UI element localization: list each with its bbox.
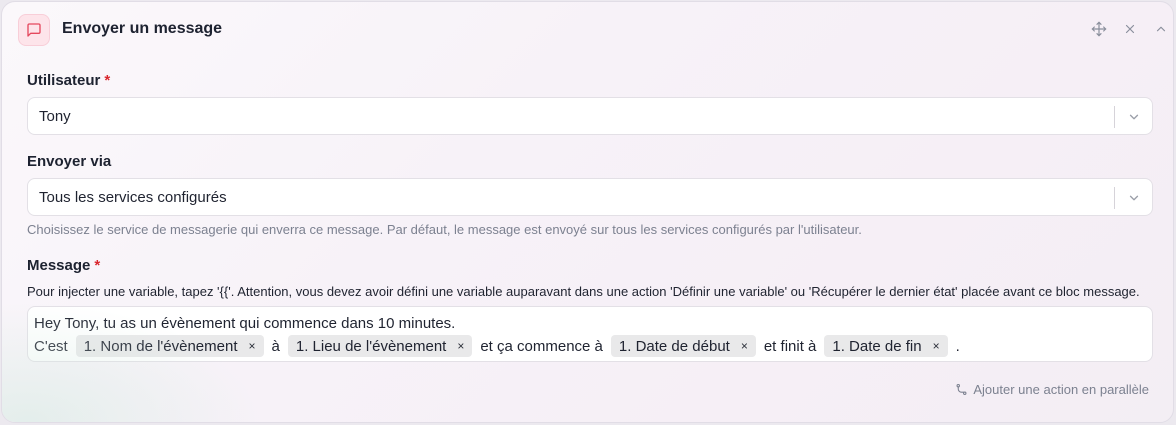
send-via-help-text: Choisissez le service de messagerie qui … — [27, 222, 862, 237]
message-line-1: Hey Tony, tu as un évènement qui commenc… — [34, 315, 456, 332]
send-via-select[interactable]: Tous les services configurés — [27, 178, 1153, 216]
variable-chip[interactable]: 1. Date de début × — [610, 335, 756, 357]
variable-chip-label: 1. Lieu de l'évènement — [295, 337, 447, 355]
block-title: Envoyer un message — [62, 20, 223, 37]
message-text: à — [271, 337, 280, 355]
block-header: Envoyer un message — [2, 2, 1173, 58]
move-icon[interactable] — [1090, 20, 1108, 38]
variable-chip-label: 1. Nom de l'évènement — [83, 337, 238, 355]
message-square-icon — [18, 14, 50, 46]
chevron-down-icon[interactable] — [1124, 188, 1144, 208]
message-text: et finit à — [763, 337, 817, 355]
chevron-down-icon[interactable] — [1124, 107, 1144, 127]
select-separator — [1114, 187, 1115, 209]
select-separator — [1114, 106, 1115, 128]
git-branch-icon — [956, 383, 967, 396]
required-mark: * — [104, 72, 111, 89]
remove-chip-icon[interactable]: × — [457, 339, 464, 353]
variable-chip-label: 1. Date de fin — [832, 337, 922, 355]
message-label-text: Message — [27, 257, 91, 274]
message-text: . — [955, 337, 960, 355]
collapse-chevron-up-icon[interactable] — [1152, 20, 1170, 38]
send-message-block: Envoyer un message Utilisateur * Tony En… — [1, 1, 1174, 423]
remove-chip-icon[interactable]: × — [741, 339, 748, 353]
message-label: Message * — [27, 257, 100, 274]
user-select-value: Tony — [39, 108, 71, 125]
message-text: et ça commence à — [480, 337, 603, 355]
remove-chip-icon[interactable]: × — [249, 339, 256, 353]
message-editor[interactable]: Hey Tony, tu as un évènement qui commenc… — [27, 306, 1153, 362]
send-via-label: Envoyer via — [27, 153, 112, 170]
variable-chip[interactable]: 1. Lieu de l'évènement × — [287, 335, 473, 357]
user-label: Utilisateur * — [27, 72, 110, 89]
user-label-text: Utilisateur — [27, 72, 101, 89]
send-via-select-value: Tous les services configurés — [39, 189, 227, 206]
close-icon[interactable] — [1121, 20, 1139, 38]
required-mark: * — [94, 257, 101, 274]
message-hint: Pour injecter une variable, tapez '{{'. … — [27, 284, 1140, 299]
user-select[interactable]: Tony — [27, 97, 1153, 135]
message-line-2: C'est 1. Nom de l'évènement × à 1. Lieu … — [34, 335, 960, 357]
variable-chip[interactable]: 1. Date de fin × — [824, 335, 948, 357]
variable-chip-label: 1. Date de début — [618, 337, 730, 355]
remove-chip-icon[interactable]: × — [933, 339, 940, 353]
variable-chip[interactable]: 1. Nom de l'évènement × — [75, 335, 264, 357]
add-parallel-action-label: Ajouter une action en parallèle — [973, 382, 1149, 397]
message-text: C'est — [34, 337, 68, 355]
add-parallel-action-link[interactable]: Ajouter une action en parallèle — [955, 382, 1149, 397]
